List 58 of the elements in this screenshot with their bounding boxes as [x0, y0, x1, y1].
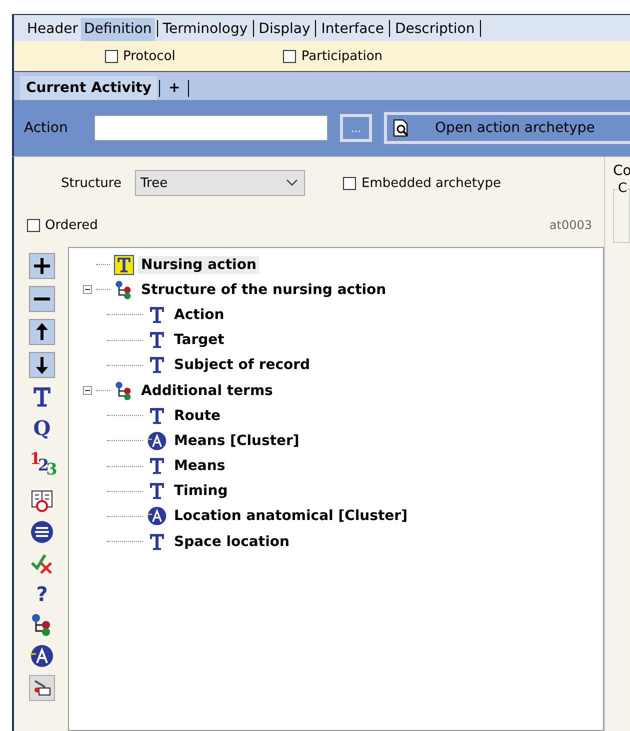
checkbox-label: Protocol — [123, 48, 176, 64]
collapse-toggle[interactable] — [83, 285, 92, 294]
text-type-icon — [114, 254, 134, 275]
tree-item[interactable]: Space location — [171, 532, 292, 551]
structure-label: Structure — [61, 176, 122, 190]
tab[interactable]: Header — [24, 18, 81, 41]
remove-button[interactable] — [29, 286, 55, 312]
text-type-icon — [147, 330, 167, 350]
collapse-toggle[interactable] — [83, 386, 92, 396]
quantity-icon[interactable]: Q — [33, 416, 51, 440]
structure-dropdown[interactable]: Tree — [135, 170, 306, 196]
tab[interactable]: Display — [256, 18, 314, 41]
checkbox-label: Embedded archetype — [361, 176, 501, 190]
add-button[interactable] — [29, 253, 55, 279]
tree-item[interactable]: Subject of record — [171, 356, 314, 374]
open-archetype-button[interactable]: Open action archetype — [384, 112, 630, 144]
calendar-clock-icon[interactable] — [30, 488, 54, 513]
tab[interactable]: Terminology — [160, 18, 251, 41]
text-type-icon — [147, 355, 167, 376]
tree-item[interactable]: Target — [171, 331, 228, 350]
document-search-icon — [391, 118, 411, 138]
checkbox-label: Participation — [301, 48, 383, 64]
tab[interactable]: Current Activity — [20, 76, 158, 100]
tree-item[interactable]: Additional terms — [138, 382, 276, 400]
checkbox[interactable] — [27, 218, 40, 232]
tab[interactable]: Interface — [318, 18, 387, 41]
text-type-icon — [147, 406, 167, 426]
tab[interactable]: Description — [392, 18, 478, 41]
tree-item[interactable]: Structure of the nursing action — [138, 280, 390, 299]
node-code: at0003 — [549, 218, 592, 232]
checkbox[interactable] — [343, 176, 356, 190]
tree-item[interactable]: Timing — [171, 482, 231, 500]
text-type-icon — [147, 481, 167, 502]
move-down-button[interactable] — [29, 352, 55, 378]
tree-item[interactable]: Route — [171, 406, 224, 425]
question-icon[interactable]: ? — [36, 582, 48, 606]
action-label: Action — [24, 120, 69, 136]
chevron-down-icon — [286, 179, 298, 187]
cluster-icon — [147, 430, 167, 451]
tree-item[interactable]: Means — [171, 457, 228, 476]
checkbox[interactable] — [283, 50, 296, 62]
slot-button[interactable] — [29, 674, 55, 701]
tree-item[interactable]: Action — [171, 306, 228, 324]
checkbox-label: Ordered — [45, 218, 98, 232]
tab[interactable]: + — [162, 76, 186, 100]
checkbox[interactable] — [105, 50, 118, 62]
text-type-icon — [147, 456, 167, 476]
tree-item[interactable]: Means [Cluster] — [171, 432, 302, 450]
action-field[interactable] — [94, 115, 328, 141]
cluster-icon — [147, 506, 167, 526]
tab[interactable]: Definition — [80, 18, 155, 41]
text-type-icon — [147, 532, 167, 552]
move-up-button[interactable] — [29, 319, 55, 345]
tree-item[interactable]: Location anatomical [Cluster] — [171, 507, 410, 526]
tree-item[interactable]: Nursing action — [138, 256, 260, 274]
text-type-icon — [147, 304, 167, 325]
list-circle-icon[interactable] — [30, 520, 54, 544]
cluster-icon[interactable] — [30, 644, 54, 668]
